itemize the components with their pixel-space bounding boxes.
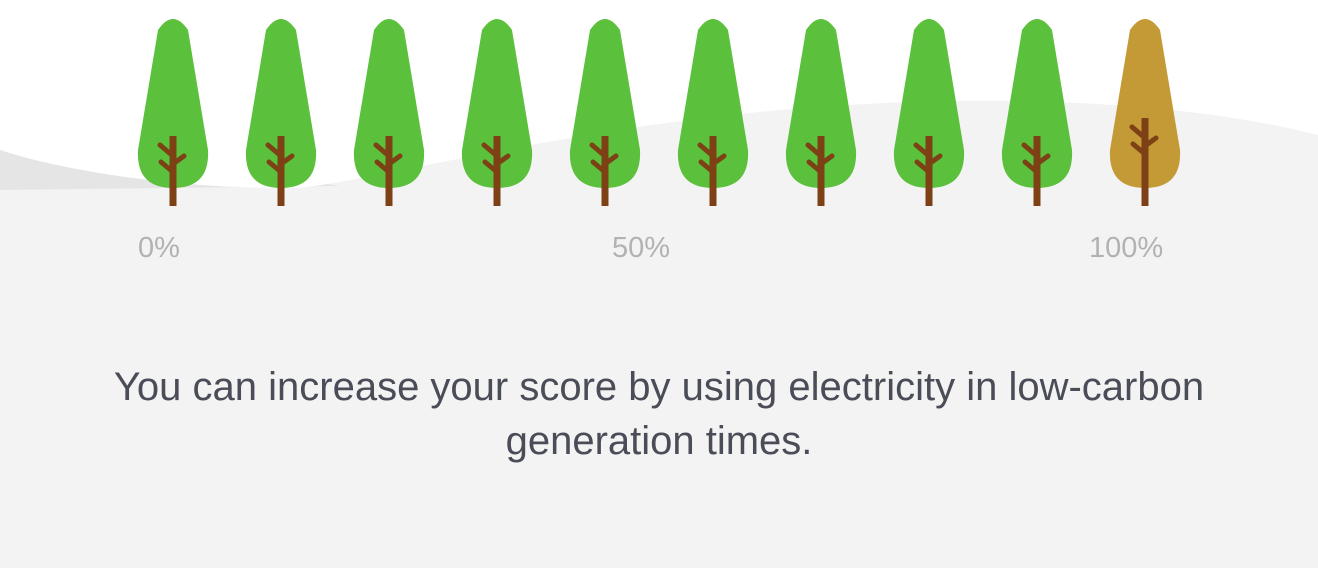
scale-label-end: 100% [1089, 232, 1164, 264]
scale-label-start: 0% [138, 232, 180, 264]
scale-label-middle: 50% [612, 232, 671, 264]
score-advice-message: You can increase your score by using ele… [113, 365, 1205, 463]
score-tree-illustration [0, 0, 1318, 206]
